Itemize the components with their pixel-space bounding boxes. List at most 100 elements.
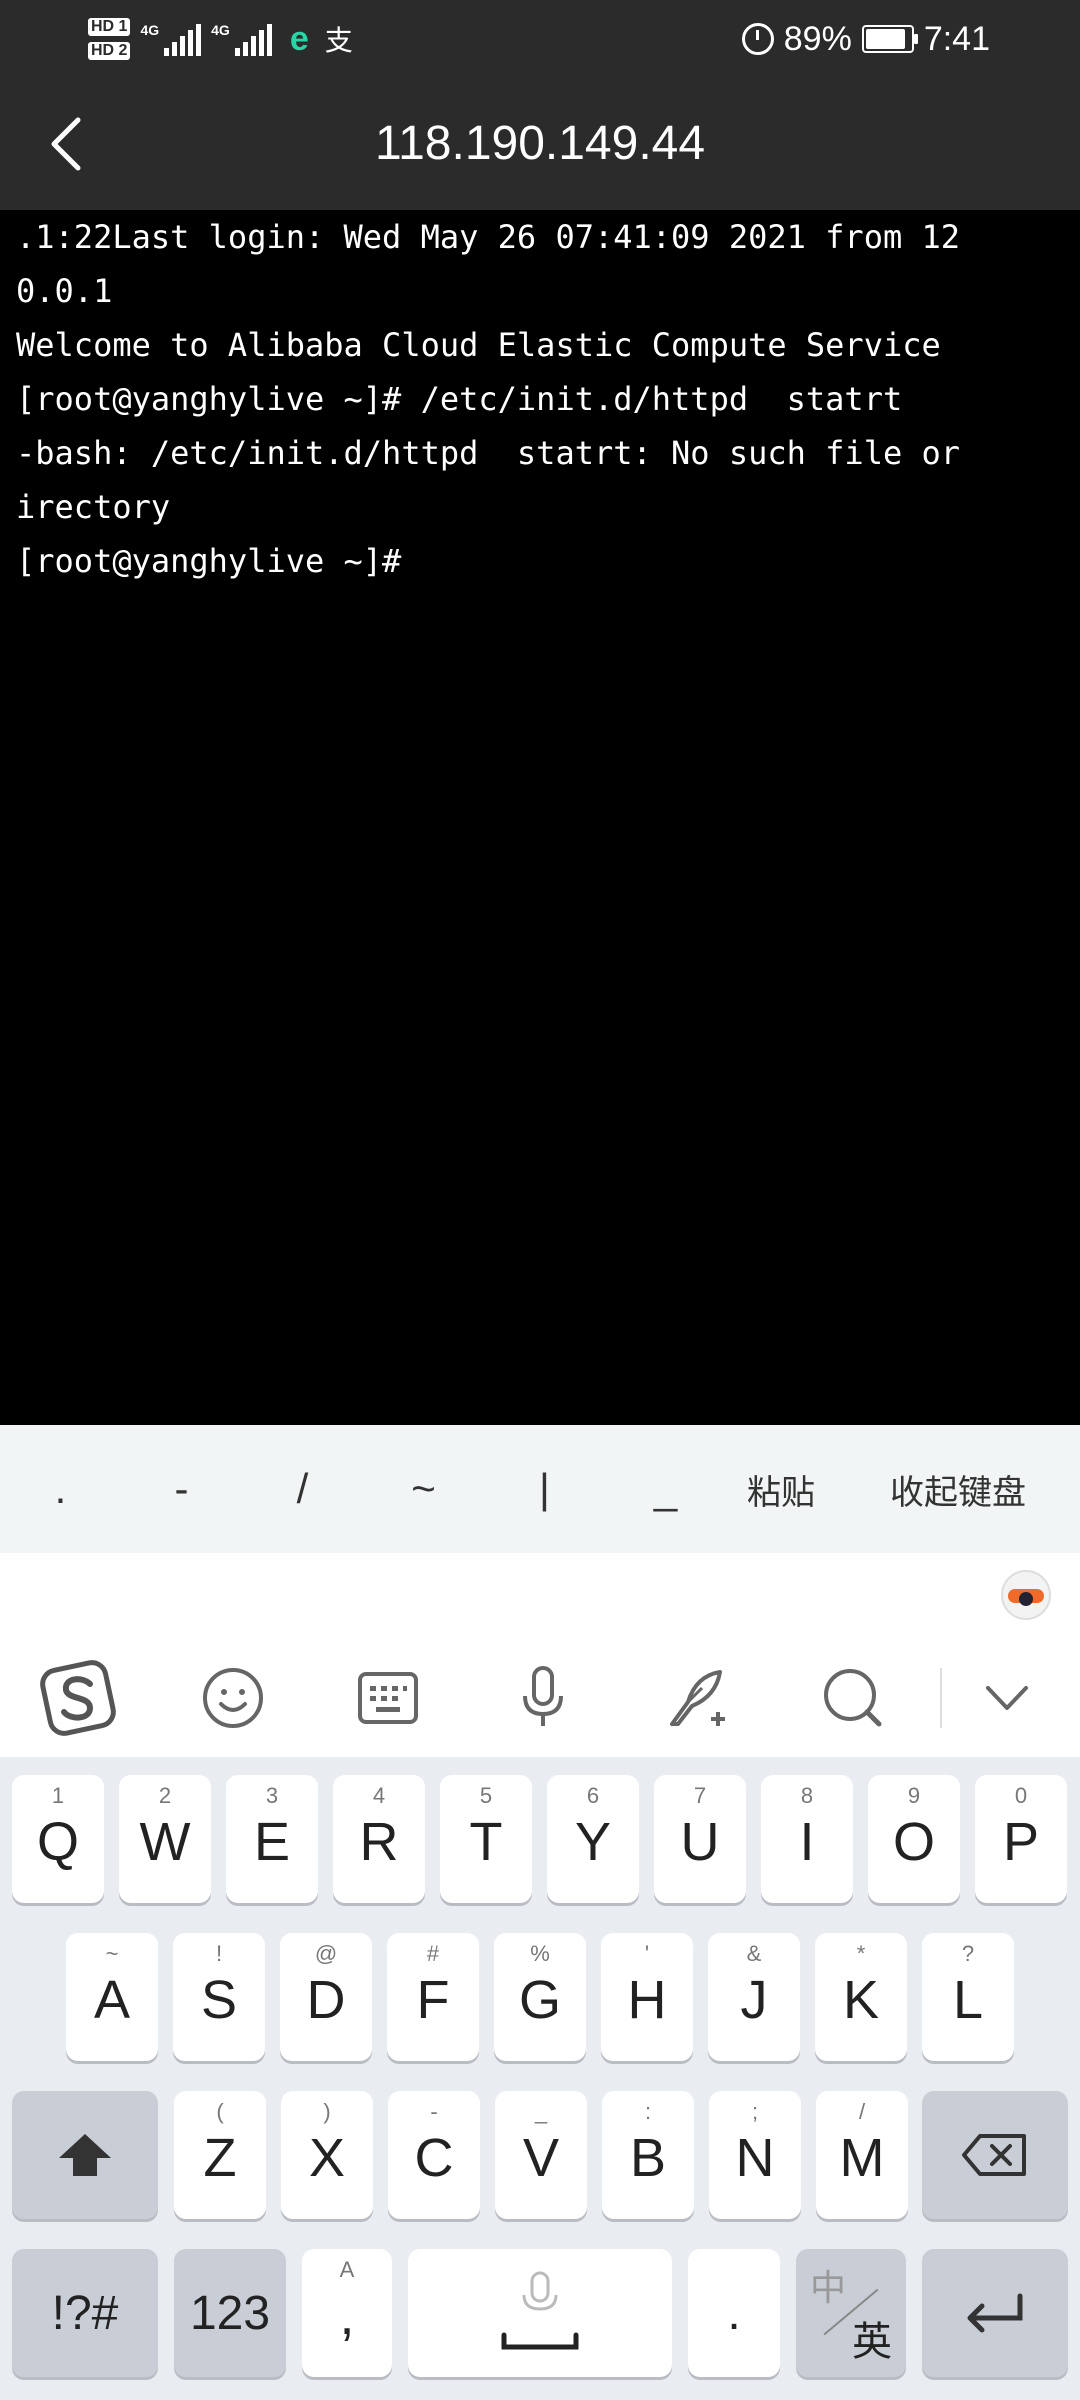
- signal-2-icon: 4G: [211, 22, 272, 56]
- key-label: G: [518, 1970, 561, 2030]
- clock: 7:41: [923, 19, 990, 58]
- paste-button[interactable]: 粘贴: [726, 1425, 836, 1553]
- key-label: R: [359, 1812, 399, 1872]
- key-label: E: [253, 1812, 291, 1872]
- sogou-logo-button[interactable]: [0, 1648, 155, 1748]
- key-sub-label: &: [746, 1941, 762, 1966]
- browser-e-icon: e: [289, 19, 309, 58]
- terminal-prompt: [root@yanghylive ~]#: [16, 542, 402, 580]
- key-n[interactable]: ; N: [709, 2091, 801, 2219]
- key-l[interactable]: ? L: [922, 1933, 1014, 2061]
- key-d[interactable]: @ D: [280, 1933, 372, 2061]
- key-sub-label: 2: [158, 1783, 172, 1808]
- comma-key[interactable]: A,: [302, 2249, 392, 2377]
- key-sub-label: A: [339, 2257, 355, 2282]
- key-t[interactable]: 5T: [440, 1775, 532, 1903]
- key-label: .: [727, 2286, 741, 2340]
- key-a[interactable]: ~ A: [66, 1933, 158, 2061]
- key-sub-label: /: [858, 2099, 866, 2124]
- keyboard-icon: [357, 1672, 418, 1724]
- emoji-button[interactable]: [155, 1648, 310, 1748]
- shortcut-slash[interactable]: /: [242, 1425, 363, 1553]
- key-sub-label: 0: [1014, 1783, 1028, 1808]
- smiley-icon: [202, 1668, 263, 1728]
- key-label: C: [414, 2128, 454, 2188]
- key-w[interactable]: 2W: [119, 1775, 211, 1903]
- voice-input-button[interactable]: [465, 1648, 620, 1748]
- chevron-down-icon: [986, 1686, 1028, 1710]
- numbers-key[interactable]: 123: [174, 2249, 286, 2377]
- symbols-key[interactable]: !?#: [12, 2249, 158, 2377]
- key-v[interactable]: _ V: [495, 2091, 587, 2219]
- quill-icon: [669, 1670, 725, 1726]
- key-label: S: [200, 1970, 238, 2030]
- shortcut-dot[interactable]: .: [0, 1425, 121, 1553]
- enter-key[interactable]: [922, 2249, 1068, 2377]
- key-sub-label: 4: [372, 1783, 386, 1808]
- hide-keyboard-button[interactable]: 收起键盘: [836, 1425, 1080, 1553]
- key-label: W: [139, 1812, 191, 1872]
- key-label: O: [892, 1812, 935, 1872]
- key-x[interactable]: ) X: [281, 2091, 373, 2219]
- key-j[interactable]: & J: [708, 1933, 800, 2061]
- key-label: P: [1002, 1812, 1040, 1872]
- key-b[interactable]: :B: [602, 2091, 694, 2219]
- status-right: 89% 7:41: [741, 0, 990, 78]
- backspace-icon: [962, 2134, 1026, 2176]
- key-s[interactable]: ! S: [173, 1933, 265, 2061]
- language-toggle-key[interactable]: 中英: [796, 2249, 906, 2377]
- search-button[interactable]: [775, 1648, 930, 1748]
- key-sub-label: *: [856, 1941, 866, 1966]
- key-q[interactable]: 1Q: [12, 1775, 104, 1903]
- shortcut-underscore[interactable]: _: [605, 1425, 726, 1553]
- key-label: V: [522, 2128, 560, 2188]
- key-k[interactable]: * K: [815, 1933, 907, 2061]
- space-key[interactable]: [408, 2249, 672, 2377]
- key-g[interactable]: % G: [494, 1933, 586, 2061]
- key-label: !?#: [51, 2286, 119, 2340]
- key-label: B: [629, 2128, 667, 2188]
- battery-icon: [861, 25, 918, 53]
- handwriting-button[interactable]: [620, 1648, 775, 1748]
- key-i[interactable]: 8I: [761, 1775, 853, 1903]
- hd2-icon: HD 2: [88, 42, 131, 60]
- space-mic-icon: [501, 2271, 579, 2350]
- mascot-icon[interactable]: [998, 1565, 1054, 1621]
- period-key[interactable]: .: [688, 2249, 780, 2377]
- key-u[interactable]: 7U: [654, 1775, 746, 1903]
- key-c[interactable]: -C: [388, 2091, 480, 2219]
- key-y[interactable]: 6Y: [547, 1775, 639, 1903]
- key-label: T: [469, 1812, 503, 1872]
- key-label: H: [627, 1970, 667, 2030]
- status-left: HD 1 HD 2 4G 4G e 支: [88, 10, 353, 68]
- key-p[interactable]: 0P: [975, 1775, 1067, 1903]
- key-sub-label: _: [534, 2099, 548, 2124]
- key-sub-label: 6: [586, 1783, 600, 1808]
- key-m[interactable]: / M: [816, 2091, 908, 2219]
- keyboard-toolbar: [0, 1553, 1080, 1757]
- terminal-line: Welcome to Alibaba Cloud Elastic Compute…: [16, 326, 941, 364]
- net2-label: 4G: [211, 22, 230, 38]
- key-r[interactable]: 4R: [333, 1775, 425, 1903]
- key-label: L: [952, 1970, 984, 2030]
- key-sub-label: :: [644, 2099, 652, 2124]
- terminal-line: [root@yanghylive ~]# /etc/init.d/httpd s…: [16, 380, 903, 418]
- terminal-output[interactable]: .1:22Last login: Wed May 26 07:41:09 202…: [0, 210, 1080, 1425]
- key-z[interactable]: (Z: [174, 2091, 266, 2219]
- key-sub-label: %: [530, 1941, 550, 1966]
- terminal-line: -bash: /etc/init.d/httpd statrt: No such…: [16, 434, 961, 472]
- lang-top-label: 中: [810, 2267, 847, 2308]
- key-sub-label: ~: [105, 1941, 119, 1966]
- key-h[interactable]: ' H: [601, 1933, 693, 2061]
- shift-key[interactable]: [12, 2091, 158, 2219]
- key-f[interactable]: # F: [387, 1933, 479, 2061]
- backspace-key[interactable]: [922, 2091, 1068, 2219]
- shortcut-dash[interactable]: -: [121, 1425, 242, 1553]
- collapse-keyboard-button[interactable]: [952, 1648, 1062, 1748]
- key-sub-label: -: [430, 2099, 438, 2124]
- shortcut-pipe[interactable]: |: [484, 1425, 605, 1553]
- keyboard-layout-button[interactable]: [310, 1648, 465, 1748]
- shortcut-tilde[interactable]: ~: [363, 1425, 484, 1553]
- key-e[interactable]: 3E: [226, 1775, 318, 1903]
- key-o[interactable]: 9O: [868, 1775, 960, 1903]
